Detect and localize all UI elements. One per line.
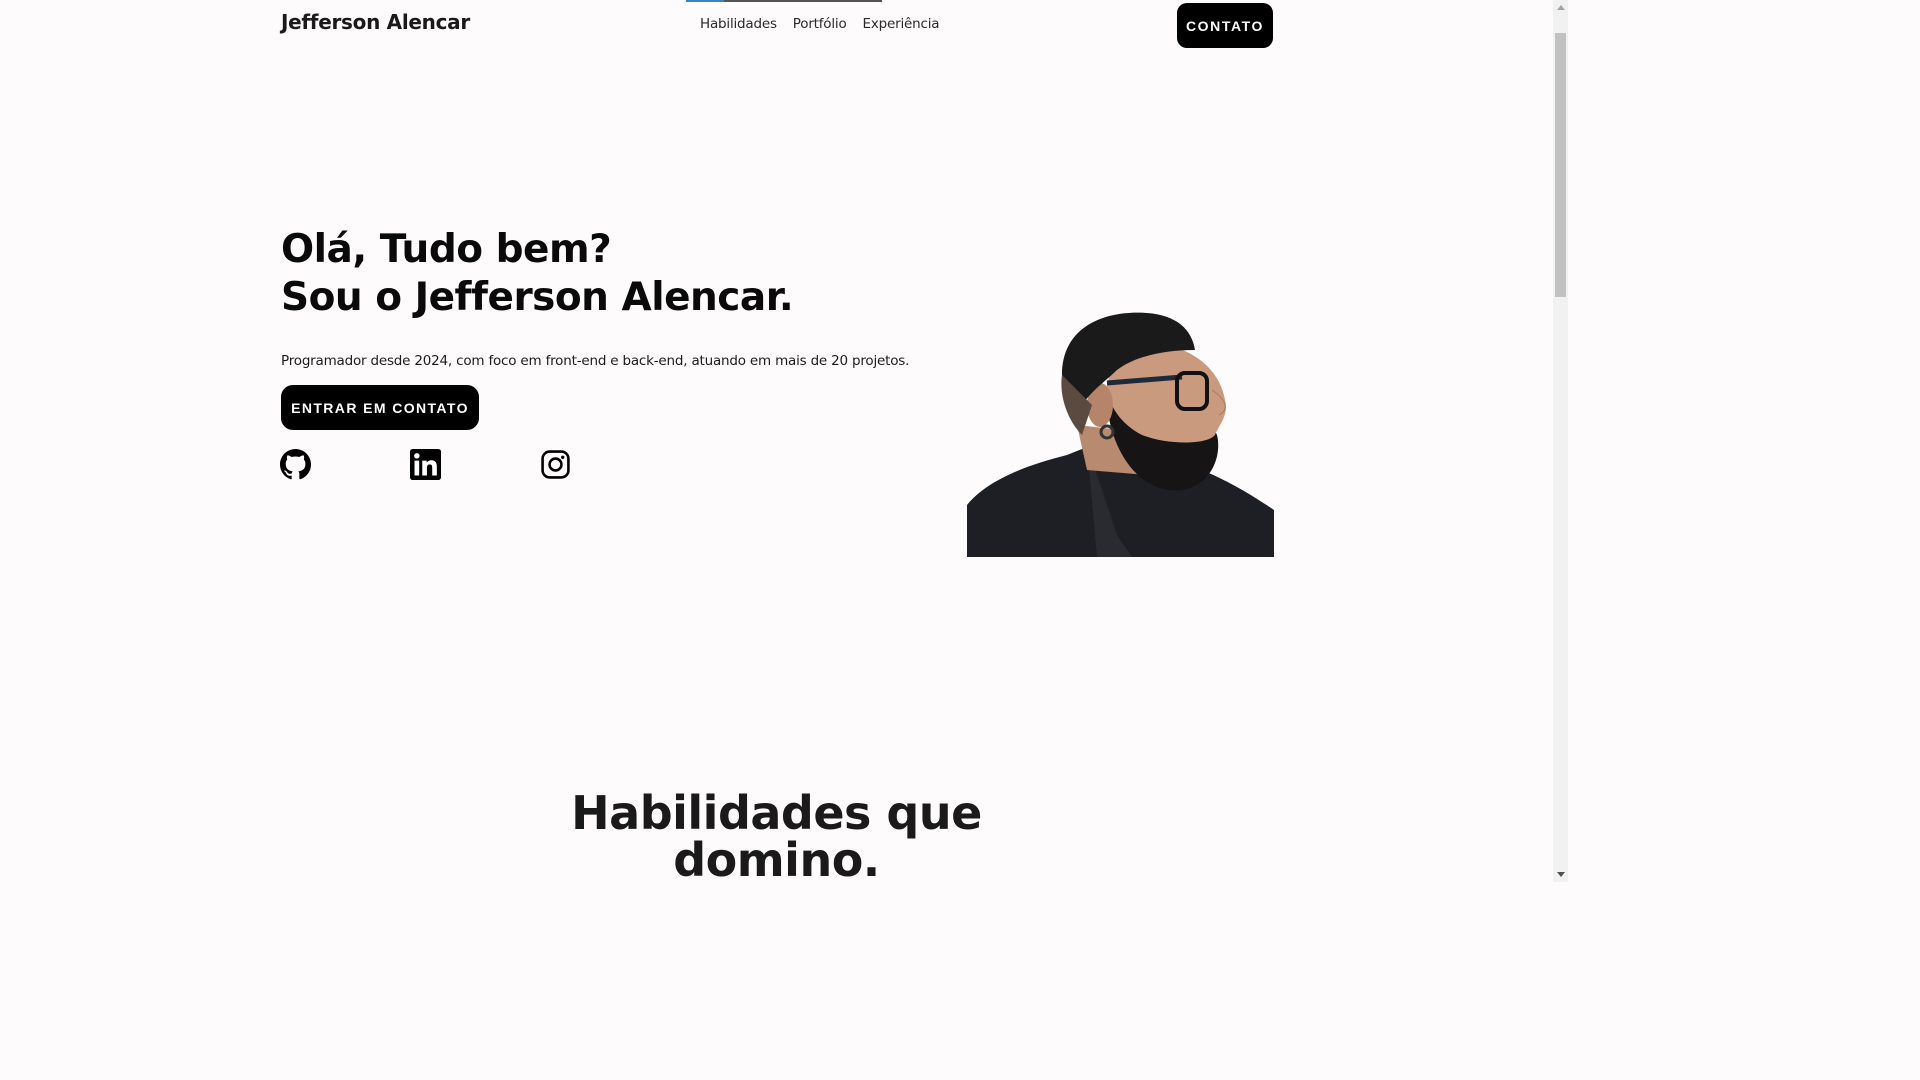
- profile-photo: [967, 295, 1274, 557]
- hero-description: Programador desde 2024, com foco em fron…: [281, 353, 910, 369]
- vertical-scrollbar[interactable]: [1553, 0, 1568, 882]
- github-icon[interactable]: [280, 449, 311, 480]
- nav-link-portfolio[interactable]: Portfólio: [793, 16, 847, 32]
- nav-link-experiencia[interactable]: Experiência: [863, 16, 940, 32]
- brand-logo-text[interactable]: Jefferson Alencar: [281, 10, 470, 34]
- linkedin-icon[interactable]: [410, 449, 441, 480]
- instagram-icon[interactable]: [540, 449, 571, 480]
- skills-title-line-2: domino.: [673, 833, 880, 883]
- nav-active-indicator: [686, 0, 724, 2]
- nav-scroll-indicator: [686, 0, 882, 2]
- contact-button[interactable]: CONTATO: [1177, 3, 1273, 48]
- skills-title-line-1: Habilidades que: [571, 786, 982, 840]
- contact-cta-button[interactable]: ENTRAR EM CONTATO: [281, 385, 479, 430]
- main-nav: Habilidades Portfólio Experiência: [700, 16, 940, 32]
- scroll-up-arrow-icon[interactable]: [1557, 5, 1565, 10]
- nav-link-habilidades[interactable]: Habilidades: [700, 16, 777, 32]
- scroll-down-arrow-icon[interactable]: [1557, 872, 1565, 877]
- hero-title: Olá, Tudo bem? Sou o Jefferson Alencar.: [281, 226, 794, 322]
- skills-section-title: Habilidades que domino.: [0, 786, 1553, 883]
- hero-title-line-2: Sou o Jefferson Alencar.: [281, 275, 794, 320]
- scrollbar-thumb[interactable]: [1555, 33, 1566, 297]
- page: Jefferson Alencar Habilidades Portfólio …: [0, 0, 1553, 882]
- hero-title-line-1: Olá, Tudo bem?: [281, 227, 612, 272]
